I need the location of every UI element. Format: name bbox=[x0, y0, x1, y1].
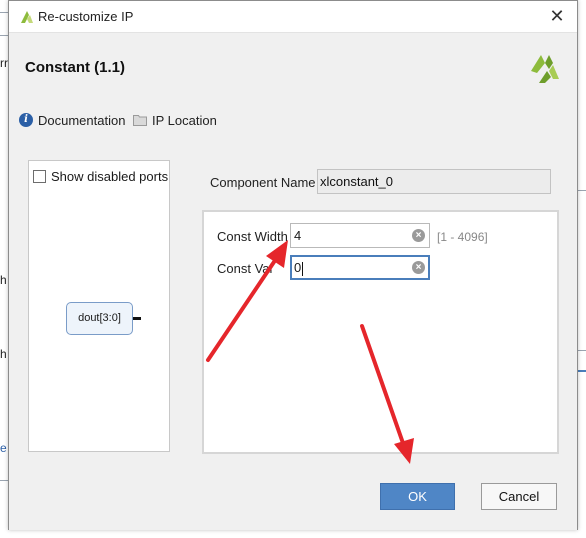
background-divider bbox=[578, 350, 586, 351]
const-width-range: [1 - 4096] bbox=[437, 230, 488, 244]
ip-title: Constant (1.1) bbox=[25, 59, 126, 76]
ip-location-link[interactable]: IP Location bbox=[133, 111, 217, 129]
info-icon: i bbox=[19, 113, 33, 127]
documentation-label: Documentation bbox=[38, 112, 126, 128]
checkbox-box[interactable] bbox=[33, 170, 46, 183]
ip-header: Constant (1.1) i Documentation IP Locati… bbox=[9, 32, 577, 135]
parameters-panel: Const Width 4 × [1 - 4096] Const Val 0 × bbox=[202, 210, 559, 454]
re-customize-ip-dialog: Re-customize IP ✕ Constant (1.1) i Docum… bbox=[8, 0, 578, 530]
folder-icon bbox=[133, 115, 147, 126]
component-name-field[interactable]: xlconstant_0 bbox=[317, 169, 551, 194]
ip-symbol-block: dout[3:0] bbox=[66, 302, 133, 335]
background-divider bbox=[0, 12, 8, 13]
background-text: h bbox=[0, 273, 7, 287]
ip-symbol-panel: Show disabled ports dout[3:0] bbox=[28, 160, 170, 452]
background-text: h bbox=[0, 347, 7, 361]
close-icon[interactable]: ✕ bbox=[547, 6, 567, 26]
const-width-label: Const Width bbox=[217, 229, 288, 244]
background-text: rr bbox=[0, 56, 8, 70]
background-divider bbox=[578, 190, 586, 191]
background-text: e bbox=[0, 441, 7, 455]
show-disabled-ports-label: Show disabled ports bbox=[51, 169, 169, 184]
dialog-titlebar[interactable]: Re-customize IP ✕ bbox=[9, 1, 577, 31]
dialog-title: Re-customize IP bbox=[38, 9, 134, 24]
documentation-link[interactable]: i Documentation bbox=[19, 111, 125, 129]
const-width-input[interactable]: 4 × bbox=[290, 223, 430, 248]
dialog-body: Show disabled ports dout[3:0] Component … bbox=[9, 135, 577, 530]
background-divider bbox=[578, 370, 586, 372]
ok-button[interactable]: OK bbox=[380, 483, 455, 510]
clear-icon[interactable]: × bbox=[412, 229, 425, 242]
clear-icon[interactable]: × bbox=[412, 261, 425, 274]
port-label: dout[3:0] bbox=[78, 312, 121, 324]
port-pin bbox=[133, 317, 141, 320]
cancel-button[interactable]: Cancel bbox=[481, 483, 557, 510]
background-divider bbox=[0, 35, 8, 36]
const-val-value: 0 bbox=[294, 260, 302, 275]
const-width-value: 4 bbox=[294, 228, 302, 243]
background-divider bbox=[0, 480, 8, 481]
show-disabled-ports-checkbox[interactable]: Show disabled ports bbox=[33, 169, 168, 184]
xilinx-logo-icon bbox=[531, 55, 559, 83]
ip-location-label: IP Location bbox=[152, 112, 217, 128]
const-val-label: Const Val bbox=[217, 261, 273, 276]
vivado-logo-icon bbox=[21, 11, 33, 23]
const-val-input[interactable]: 0 × bbox=[290, 255, 430, 280]
text-caret bbox=[302, 261, 304, 276]
component-name-label: Component Name bbox=[210, 175, 316, 190]
